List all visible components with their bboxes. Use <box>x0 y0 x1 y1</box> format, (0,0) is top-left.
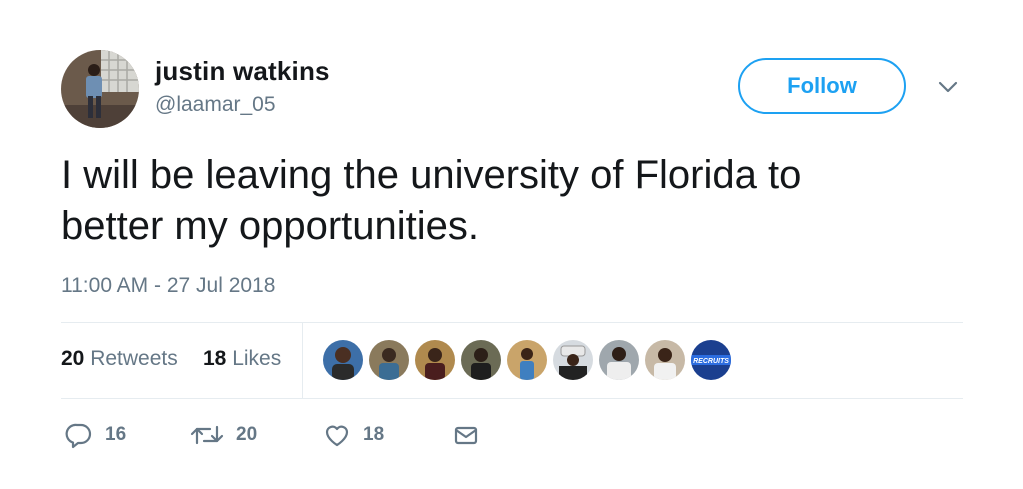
likes-count: 18 <box>203 347 227 370</box>
like-button[interactable]: 18 <box>323 421 384 449</box>
reply-icon <box>65 421 93 449</box>
retweet-button[interactable]: 20 <box>190 421 257 449</box>
retweets-stat[interactable]: 20 Retweets <box>61 347 178 371</box>
likes-stat[interactable]: 18 Likes <box>203 347 281 371</box>
liker-avatar[interactable] <box>599 340 639 380</box>
chevron-down-icon[interactable] <box>936 78 960 96</box>
liker-avatar[interactable] <box>645 340 685 380</box>
liker-avatar[interactable] <box>553 340 593 380</box>
like-count: 18 <box>363 424 385 445</box>
retweet-count: 20 <box>236 424 258 445</box>
direct-message-button[interactable] <box>453 421 479 449</box>
tweet-text-line: better my opportunities. <box>61 204 479 248</box>
divider <box>61 398 963 399</box>
reply-button[interactable]: 16 <box>65 421 126 449</box>
reply-count: 16 <box>105 424 127 445</box>
user-handle[interactable]: @laamar_05 <box>155 93 276 117</box>
retweets-label: Retweets <box>90 347 178 370</box>
liker-avatar[interactable] <box>369 340 409 380</box>
liker-avatar[interactable] <box>507 340 547 380</box>
liker-avatar[interactable] <box>461 340 501 380</box>
tweet-card: justin watkins @laamar_05 Follow I will … <box>0 0 1023 489</box>
divider-vertical <box>302 322 303 398</box>
heart-icon <box>323 421 351 449</box>
recruits-badge-text: RECRUITS <box>693 358 729 365</box>
tweet-timestamp[interactable]: 11:00 AM - 27 Jul 2018 <box>61 274 275 298</box>
divider <box>61 322 963 323</box>
follow-button[interactable]: Follow <box>738 58 906 114</box>
retweet-icon <box>190 421 224 449</box>
tweet-text-line: I will be leaving the university of Flor… <box>61 153 802 197</box>
tweet-text: I will be leaving the university of Flor… <box>61 150 961 252</box>
envelope-icon <box>453 421 479 449</box>
liker-avatar[interactable]: RECRUITS <box>691 340 731 380</box>
retweets-count: 20 <box>61 347 85 370</box>
avatar[interactable] <box>61 50 139 128</box>
liker-avatar[interactable] <box>415 340 455 380</box>
likes-label: Likes <box>232 347 282 370</box>
liker-avatar[interactable] <box>323 340 363 380</box>
display-name[interactable]: justin watkins <box>155 56 330 87</box>
